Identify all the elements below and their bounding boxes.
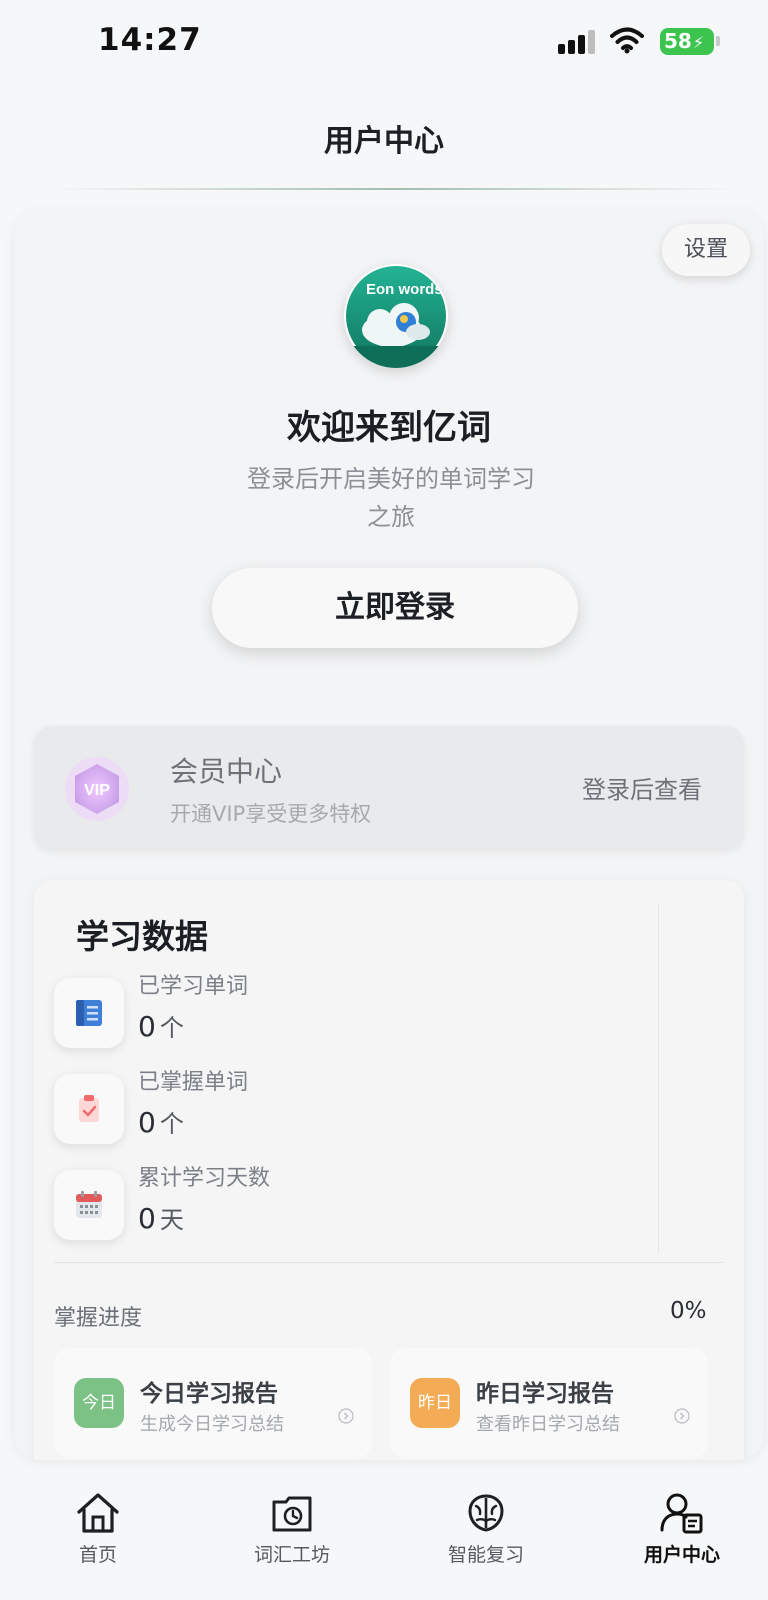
stat-value: 0个	[138, 1104, 184, 1139]
mastery-progress-label: 掌握进度	[54, 1306, 143, 1331]
stat-mastered-words: 已掌握单词 0个	[54, 1070, 614, 1164]
stat-unit: 个	[159, 1014, 184, 1042]
stat-icon-tile	[54, 1170, 124, 1240]
stats-divider-vertical	[658, 904, 659, 1254]
stat-value: 0个	[138, 1008, 184, 1043]
stat-number: 0	[138, 1202, 156, 1235]
today-report-card[interactable]: 今日 今日学习报告 生成今日学习总结	[54, 1348, 372, 1458]
tab-label: 智能复习	[447, 1544, 524, 1566]
chevron-right-icon	[338, 1408, 354, 1424]
main-card: 设置 Eon words 欢迎来到亿词 登录后开启美好的单词学习之旅 立即登录	[14, 210, 764, 1460]
stat-value: 0天	[138, 1200, 184, 1235]
stat-label: 已学习单词	[138, 974, 249, 999]
vip-center-card[interactable]: VIP 会员中心 开通VIP享受更多特权 登录后查看	[34, 726, 744, 850]
user-center-icon	[660, 1493, 703, 1534]
report-title: 今日学习报告	[140, 1381, 278, 1407]
stat-icon-tile	[54, 1074, 124, 1144]
mastery-progress-value: 0%	[670, 1298, 707, 1324]
vip-action-link[interactable]: 登录后查看	[582, 770, 702, 805]
battery-cap	[716, 36, 720, 46]
settings-button[interactable]: 设置	[662, 224, 750, 276]
stat-icon-tile	[54, 978, 124, 1048]
battery-indicator: 58⚡	[660, 28, 714, 55]
report-subtitle: 查看昨日学习总结	[476, 1414, 620, 1435]
study-stats-card: 学习数据 已学习单词 0个 已掌握单词 0 个 累计学习天数 0 天 掌握进度 …	[34, 880, 744, 1460]
charging-bolt-icon: ⚡	[692, 33, 705, 52]
clipboard-check-icon	[79, 1095, 99, 1122]
vip-title: 会员中心	[170, 755, 283, 788]
status-bar: 14:27 58⚡	[0, 0, 768, 84]
tab-home[interactable]: 首页	[28, 1480, 168, 1600]
tab-label: 首页	[78, 1544, 117, 1566]
brain-icon	[468, 1494, 504, 1532]
battery-level: 58	[664, 29, 692, 53]
status-time: 14:27	[98, 22, 202, 58]
vip-badge-text: VIP	[84, 782, 110, 799]
vip-badge-icon: VIP	[65, 757, 129, 821]
stat-number: 0	[138, 1010, 156, 1043]
report-subtitle: 生成今日学习总结	[140, 1414, 284, 1435]
stat-study-days: 累计学习天数 0天	[54, 1166, 614, 1260]
app-logo-image: Eon words	[344, 266, 448, 368]
stat-learned-words: 已学习单词 0个	[54, 974, 614, 1068]
yesterday-report-card[interactable]: 昨日 昨日学习报告 查看昨日学习总结	[390, 1348, 708, 1458]
tab-smart-review[interactable]: 智能复习	[416, 1480, 556, 1600]
tab-label: 词汇工坊	[253, 1544, 330, 1566]
calendar-icon	[76, 1191, 102, 1218]
header-divider	[50, 188, 738, 190]
stat-unit: 个	[159, 1110, 184, 1138]
app-logo: Eon words	[344, 264, 448, 368]
book-icon	[76, 1000, 102, 1026]
home-icon	[77, 1493, 119, 1533]
stats-divider	[54, 1262, 724, 1263]
tab-label: 用户中心	[643, 1544, 720, 1566]
page-title: 用户中心	[324, 124, 444, 159]
stat-number: 0	[138, 1106, 156, 1139]
cellular-signal-icon	[558, 30, 595, 54]
stat-unit: 天	[159, 1206, 184, 1234]
wifi-icon	[610, 27, 644, 54]
chevron-right-icon	[674, 1408, 690, 1424]
vocab-workshop-icon	[272, 1496, 312, 1532]
stats-title: 学习数据	[76, 917, 208, 956]
logo-text: Eon words	[366, 281, 443, 298]
report-title: 昨日学习报告	[476, 1381, 614, 1407]
bottom-tab-bar: 首页 词汇工坊 智能复习 用户中心	[0, 1480, 768, 1600]
login-button[interactable]: 立即登录	[212, 568, 578, 648]
yesterday-badge: 昨日	[410, 1378, 460, 1428]
tab-user-center[interactable]: 用户中心	[612, 1480, 752, 1600]
welcome-subtitle: 登录后开启美好的单词学习之旅	[247, 465, 535, 531]
stat-label: 累计学习天数	[138, 1166, 271, 1191]
stat-label: 已掌握单词	[138, 1070, 249, 1095]
welcome-title: 欢迎来到亿词	[287, 408, 491, 448]
today-badge: 今日	[74, 1378, 124, 1428]
tab-vocab-workshop[interactable]: 词汇工坊	[222, 1480, 362, 1600]
vip-subtitle: 开通VIP享受更多特权	[170, 802, 372, 826]
